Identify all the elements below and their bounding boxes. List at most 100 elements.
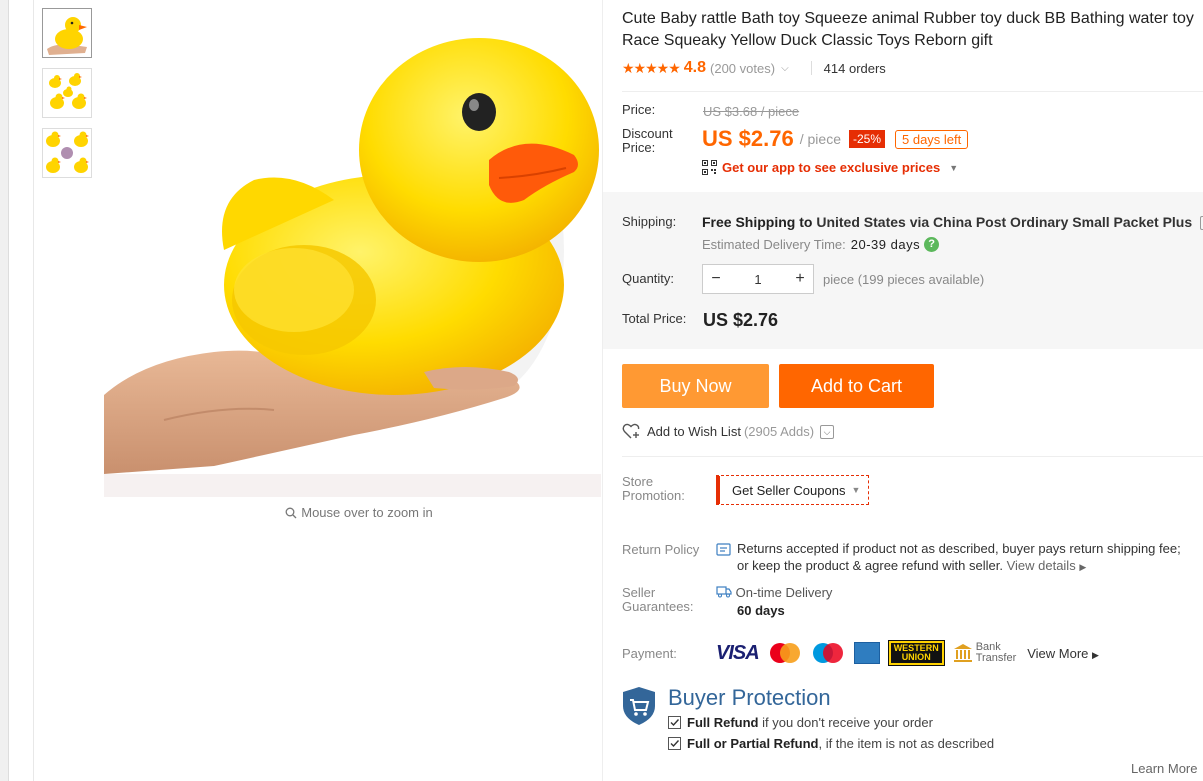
seller-guarantees-label: Seller Guarantees: [622, 586, 694, 614]
mastercard-logo-icon [769, 643, 800, 663]
seller-coupons-button[interactable]: Get Seller Coupons ▼ [716, 475, 869, 505]
rating-value: 4.8 [683, 59, 707, 76]
shipping-label: Shipping: [622, 214, 677, 229]
divider [622, 91, 1203, 92]
view-more-label: View More [1027, 645, 1089, 661]
store-label-line-2: Promotion: [622, 488, 685, 503]
thumbnail-2[interactable] [42, 68, 92, 118]
decrease-button[interactable]: − [703, 270, 729, 288]
caret-right-icon: ▶ [1092, 649, 1099, 660]
discount-price: US $2.76 / piece -25% 5 days left [702, 126, 969, 152]
return-policy-label: Return Policy [622, 542, 700, 557]
eta-days: 20-39 days [850, 237, 921, 252]
return-policy-text: Returns accepted if product not as descr… [716, 540, 1203, 576]
product-title: Cute Baby rattle Bath toy Squeeze animal… [622, 10, 1194, 49]
heart-plus-icon [622, 423, 640, 439]
protection-item-partial-refund: Full or Partial Refund, if the item is n… [668, 736, 994, 751]
discount-badge: -25% [848, 130, 885, 148]
quantity-input[interactable]: 1 [729, 272, 787, 287]
payment-label: Payment: [622, 646, 677, 661]
delivery-estimate: Estimated Delivery Time: 20-39 days ? [702, 237, 940, 252]
add-to-cart-button[interactable]: Add to Cart [779, 364, 934, 408]
full-refund-text: if you don't receive your order [762, 715, 933, 730]
seller-label-line-1: Seller [622, 585, 656, 600]
return-policy-line-2: or keep the product & agree refund with … [737, 558, 1003, 573]
store-label-line-1: Store [622, 474, 654, 489]
magnifier-icon [285, 507, 297, 518]
guarantee-days: 60 days [737, 603, 785, 618]
rating-separator [810, 61, 812, 75]
add-to-wish-list[interactable]: Add to Wish List (2905 Adds) ⌵ [622, 423, 835, 440]
discount-label-line-1: Discount [622, 126, 673, 141]
thumbnail-1[interactable] [42, 8, 92, 58]
question-icon[interactable]: ? [924, 237, 940, 252]
discount-price-value: US $2.76 [702, 126, 794, 151]
western-union-logo-icon: WESTERN UNION [887, 640, 945, 666]
rating-row: ★★★★★ 4.8 (200 votes) ⌵ 414 orders [622, 59, 886, 77]
amex-logo-icon [853, 642, 880, 664]
page-gutter [0, 0, 9, 781]
app-promo-link[interactable]: Get our app to see exclusive prices ▼ [702, 160, 958, 175]
store-promotion-label: Store Promotion: [622, 475, 685, 503]
original-price: US $3.68 / piece [703, 104, 800, 119]
visa-logo-icon: VISA [716, 641, 760, 664]
caret-down-icon: ▼ [851, 485, 861, 495]
app-promo-text: Get our app to see exclusive prices [722, 160, 941, 175]
total-price-value: US $2.76 [703, 310, 779, 330]
discount-price-label: Discount Price: [622, 127, 673, 155]
buyer-protection-title: Buyer Protection [668, 685, 831, 710]
return-policy-icon [716, 543, 731, 556]
order-count: 414 orders [823, 60, 886, 76]
qr-code-icon [702, 160, 717, 175]
partial-refund-bold: Full or Partial Refund [687, 736, 819, 751]
maestro-logo-icon [812, 643, 843, 663]
discount-label-line-2: Price: [622, 140, 656, 155]
image-bottom-band [104, 474, 601, 497]
star-rating-icon: ★★★★★ [622, 59, 681, 76]
quantity-stepper: − 1 + [702, 264, 814, 294]
full-refund-bold: Full Refund [687, 715, 759, 730]
total-price-label: Total Price: [622, 311, 687, 326]
wish-list-count: (2905 Adds) [743, 424, 815, 439]
zoom-hint-text: Mouse over to zoom in [301, 505, 433, 520]
seller-label-line-2: Guarantees: [622, 599, 694, 614]
divider [622, 456, 1203, 457]
thumbnail-strip [42, 8, 92, 188]
view-details-link[interactable]: View details ▶ [1007, 558, 1087, 573]
truck-icon [716, 586, 732, 598]
vote-count[interactable]: (200 votes) [710, 61, 775, 76]
price-label: Price: [622, 102, 656, 117]
protection-item-full-refund: Full Refund if you don't receive your or… [668, 715, 933, 730]
seller-guarantee-item: On-time Delivery 60 days [716, 584, 832, 620]
main-product-image[interactable] [104, 0, 601, 497]
checkbox-icon [668, 716, 681, 729]
gutter-divider [33, 0, 34, 781]
eta-label: Estimated Delivery Time: [702, 237, 846, 252]
price-unit: / piece [799, 131, 841, 147]
quantity-available: piece (199 pieces available) [823, 272, 985, 287]
quantity-label: Quantity: [622, 271, 675, 286]
coupon-label: Get Seller Coupons [732, 482, 846, 498]
wu-line-2: UNION [901, 652, 931, 662]
wish-dropdown-icon[interactable]: ⌵ [820, 424, 835, 439]
bank-icon [953, 644, 972, 662]
checkbox-icon [668, 737, 681, 750]
column-divider [602, 0, 603, 781]
chevron-down-icon[interactable]: ⌵ [781, 63, 789, 74]
view-details-label: View details [1006, 558, 1076, 573]
thumbnail-3[interactable] [42, 128, 92, 178]
return-policy-line-1: Returns accepted if product not as descr… [737, 541, 1181, 556]
view-more-payment-link[interactable]: View More ▶ [1027, 646, 1099, 661]
days-left-badge: 5 days left [895, 129, 969, 149]
on-time-delivery: On-time Delivery [735, 585, 833, 600]
buy-now-button[interactable]: Buy Now [622, 364, 769, 408]
buyer-protection-shield-icon [622, 686, 656, 729]
bank-line-2: Transfer [975, 652, 1017, 664]
shipping-method[interactable]: Free Shipping to United States via China… [702, 214, 1203, 231]
learn-more-link[interactable]: Learn More [1131, 761, 1197, 776]
partial-refund-text: , if the item is not as described [818, 736, 995, 751]
increase-button[interactable]: + [787, 270, 813, 288]
free-shipping-text: Free Shipping to [702, 214, 813, 230]
zoom-hint: Mouse over to zoom in [104, 505, 614, 520]
caret-down-icon: ▼ [949, 162, 959, 173]
